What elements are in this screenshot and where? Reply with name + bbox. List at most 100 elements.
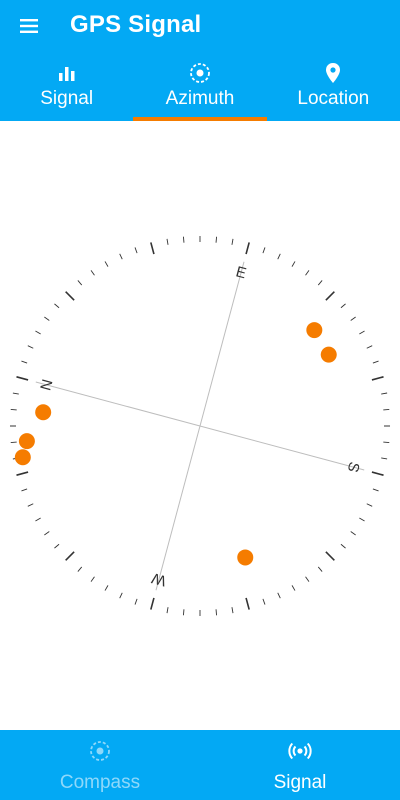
cardinal-north-label: N [37,378,56,393]
crosshair-ew [155,261,245,591]
radio-target-icon [190,63,210,83]
minor-tick [383,441,390,444]
minor-tick [119,253,123,260]
minor-tick [77,280,83,286]
minor-tick [305,270,310,276]
minor-tick [119,592,123,599]
minor-tick [44,316,50,321]
minor-tick [134,598,138,605]
major-tick [245,597,250,610]
minor-tick [182,236,185,243]
nav-compass-label: Compass [59,772,141,793]
minor-tick [381,457,388,460]
satellite-dot [14,449,31,466]
minor-tick [277,253,281,260]
location-pin-icon [326,63,341,83]
tab-location-label: Location [297,88,370,109]
minor-tick [90,576,95,582]
minor-tick [340,303,346,309]
minor-tick [372,488,379,492]
minor-tick [383,408,390,411]
minor-tick [366,503,373,507]
minor-tick [10,441,17,444]
major-tick [16,376,29,381]
minor-tick [215,609,218,616]
tab-azimuth-label: Azimuth [165,88,235,109]
minor-tick [291,585,296,591]
minor-tick [104,585,109,591]
tab-location[interactable]: Location [267,52,400,121]
minor-tick [366,345,373,349]
satellite-dot [18,433,35,450]
minor-tick [262,598,266,605]
major-tick [65,291,75,301]
minor-tick [21,360,28,364]
minor-tick [277,592,281,599]
satellite-markers [14,322,337,566]
minor-tick [77,566,83,572]
minor-tick [350,316,356,321]
satellite-dot [35,404,52,421]
major-tick [16,471,29,476]
major-tick [371,471,384,476]
minor-tick [54,543,60,549]
minor-tick [9,425,17,427]
minor-tick [90,270,95,276]
minor-tick [199,235,201,243]
minor-tick [12,392,19,395]
compass-dial: N E S W [9,235,391,617]
minor-tick [21,488,28,492]
broadcast-signal-icon [288,742,312,760]
minor-tick [262,247,266,254]
minor-tick [305,576,310,582]
minor-tick [35,517,41,522]
minor-tick [27,345,34,349]
tab-signal-label: Signal [40,88,94,109]
minor-tick [104,261,109,267]
minor-tick [166,238,169,245]
nav-compass[interactable]: Compass [0,730,200,800]
minor-tick [10,408,17,411]
major-tick [65,551,75,561]
bar-chart-icon [58,67,75,81]
minor-tick [134,247,138,254]
major-tick [371,376,384,381]
major-tick [325,291,335,301]
cardinal-west-label: W [149,569,168,589]
major-tick [325,551,335,561]
minor-tick [359,517,365,522]
tab-azimuth[interactable]: Azimuth [133,52,267,121]
minor-tick [340,543,346,549]
app-bar: GPS Signal [0,0,400,52]
minor-tick [215,236,218,243]
nav-signal-label: Signal [273,772,327,793]
menu-button[interactable] [10,6,50,46]
tab-signal[interactable]: Signal [0,52,133,121]
satellite-dot [320,346,337,363]
major-tick [245,242,250,255]
nav-signal[interactable]: Signal [200,730,400,800]
minor-tick [44,531,50,536]
minor-tick [291,261,296,267]
major-tick [150,597,155,610]
cardinal-south-label: S [344,460,363,474]
minor-tick [383,425,391,427]
minor-tick [381,392,388,395]
minor-tick [231,607,234,614]
minor-tick [359,330,365,335]
minor-tick [317,280,323,286]
azimuth-view: N E S W [0,121,400,730]
app-title: GPS Signal [70,11,202,38]
minor-tick [27,503,34,507]
bottom-navigation: Compass Signal [0,730,400,800]
tab-bar: Signal Azimuth Location [0,52,400,121]
minor-tick [231,238,234,245]
minor-tick [166,607,169,614]
minor-tick [54,303,60,309]
cardinal-east-label: E [234,263,248,282]
minor-tick [350,531,356,536]
hamburger-menu-icon [20,19,38,33]
minor-tick [35,330,41,335]
satellite-dot [306,322,323,339]
minor-tick [372,360,379,364]
